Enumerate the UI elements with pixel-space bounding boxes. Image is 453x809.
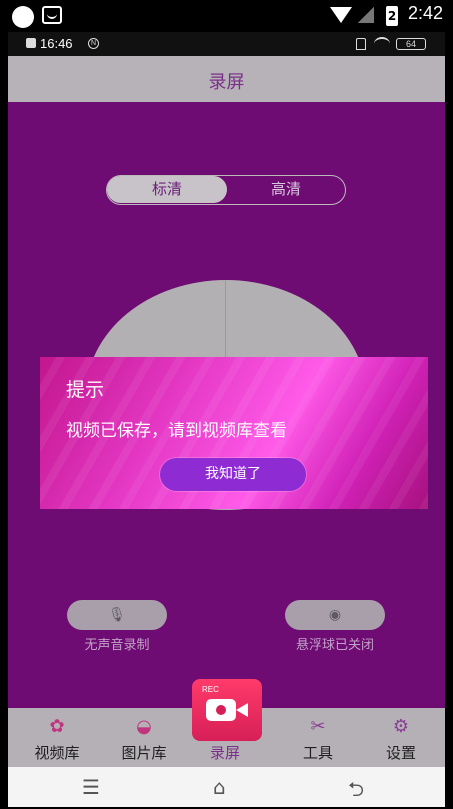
quality-option-standard[interactable]: 标清 [107,176,227,203]
system-nav-bar: ☰ ⌂ ⮌ [8,767,445,807]
tab-photo-library[interactable]: ◒ 图片库 [104,708,184,767]
float-ball-icon: ◉ [328,607,342,623]
tab-video-library[interactable]: ✿ 视频库 [17,708,97,767]
saved-dialog: 提示 视频已保存，请到视频库查看 我知道了 [40,357,428,509]
dialog-title: 提示 [66,379,105,401]
float-ball-toggle-button[interactable]: ◉ [285,600,385,630]
notification-icon [42,6,62,24]
device-time: 2:42 [407,3,443,23]
inner-time: 16:46 [40,36,73,51]
quality-option-high[interactable]: 高清 [227,176,345,203]
wifi-icon [374,37,390,51]
tab-record[interactable]: REC [192,679,262,741]
scissors-icon: ✂ [310,716,326,737]
close-notification-icon [26,38,36,48]
circle-icon [12,6,34,28]
tab-label: 设置 [385,744,416,762]
rec-badge: REC [202,685,219,694]
tab-label: 图片库 [121,744,167,762]
menu-icon[interactable]: ☰ [82,775,100,799]
battery-icon: 64 [396,38,426,50]
back-icon[interactable]: ⮌ [348,775,364,809]
mic-caption: 无声音录制 [84,638,150,653]
film-reel-icon: ✿ [49,716,65,737]
dialog-message: 视频已保存，请到视频库查看 [66,421,287,441]
quality-toggle[interactable]: 标清 高清 [106,175,346,205]
tab-label: 工具 [302,744,333,762]
tab-tools[interactable]: ✂ 工具 [278,708,358,767]
inner-status-bar: 16:46 N 64 [8,32,445,56]
n-badge-icon: N [88,38,99,49]
battery-icon: 2 [386,6,398,26]
tab-label: 视频库 [34,744,80,762]
tab-settings[interactable]: ⚙ 设置 [361,708,441,767]
float-ball-caption: 悬浮球已关闭 [295,638,374,653]
lips-icon: ◒ [136,716,152,737]
page-title: 录屏 [208,72,245,93]
gear-icon: ⚙ [392,716,410,737]
signal-icon [358,7,374,23]
mute-icon [356,38,366,50]
tab-label: 录屏 [209,744,240,762]
app-frame: 16:46 N 64 录屏 标清 高清 🎙 无声音录制 ◉ 悬浮球已关闭 ✿ 视… [8,32,445,767]
mic-icon: 🎙 [108,607,126,623]
dialog-ok-button[interactable]: 我知道了 [160,458,306,491]
record-camera-icon [206,699,248,721]
device-status-bar: 2 2:42 [0,0,453,32]
home-icon[interactable]: ⌂ [213,775,226,799]
wifi-icon [330,7,352,23]
app-header: 录屏 [8,56,445,102]
mic-toggle-button[interactable]: 🎙 [67,600,167,630]
